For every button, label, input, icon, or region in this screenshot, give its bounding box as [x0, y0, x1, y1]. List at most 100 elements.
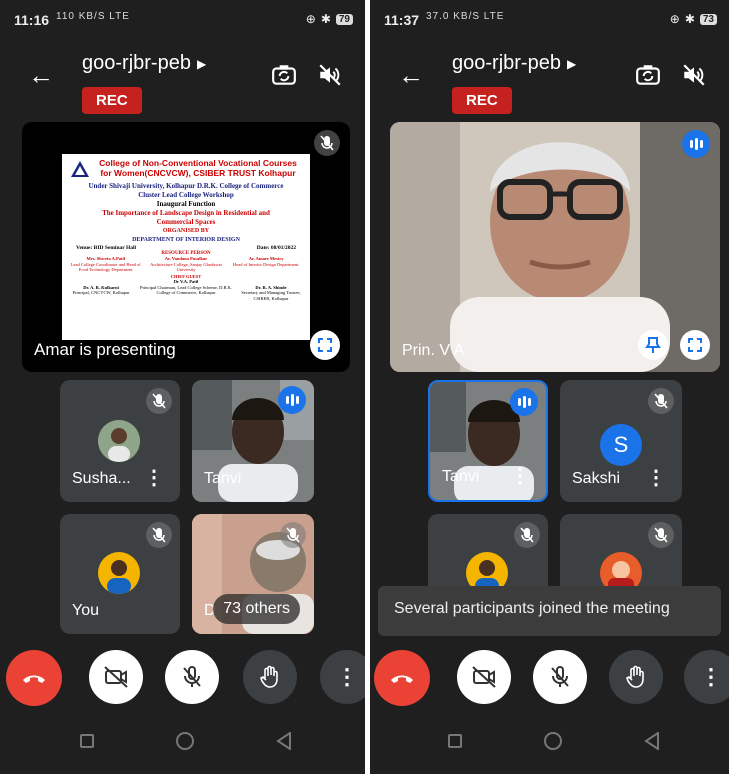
slide-line-3: Under Shivaji University, Kolhapur D.R.K… — [88, 182, 284, 190]
nav-back-icon[interactable] — [276, 732, 292, 750]
alarm-icon: ⊕ — [305, 12, 316, 26]
presenting-label: Amar is presenting — [34, 340, 176, 359]
raise-hand-button[interactable] — [609, 650, 663, 704]
raise-hand-button[interactable] — [243, 650, 297, 704]
status-bar: 11:16 110 KB/S LTE ⊕ ✱ 79 — [0, 0, 365, 40]
meeting-header: ← goo-rjbr-peb ▶ REC — [0, 40, 365, 120]
camera-toggle-button[interactable] — [457, 650, 511, 704]
meeting-code-text: goo-rjbr-peb — [452, 52, 561, 74]
battery-icon: 73 — [699, 13, 717, 25]
main-speaker-name: Prin. V A — [402, 342, 465, 359]
meeting-code-text: goo-rjbr-peb — [82, 52, 191, 74]
participant-name: You — [72, 602, 99, 619]
caret-right-icon: ▶ — [566, 56, 577, 71]
speaker-off-icon[interactable] — [681, 62, 707, 88]
meeting-code[interactable]: goo-rjbr-peb ▶ — [452, 52, 576, 75]
hangup-button[interactable] — [374, 650, 430, 706]
others-count-badge[interactable]: 73 others — [213, 594, 300, 624]
pin-button[interactable] — [638, 330, 668, 360]
main-speaker-stage[interactable]: Prin. V A — [390, 122, 720, 372]
participant-tile[interactable]: S Sakshi ⋮ — [560, 380, 682, 502]
participant-tile[interactable]: Susha... ⋮ — [60, 380, 180, 502]
speaking-indicator-icon — [682, 130, 710, 158]
hangup-button[interactable] — [6, 650, 62, 706]
toast-notification: Several participants joined the meeting — [378, 586, 721, 636]
participant-name: Tanvi — [442, 468, 480, 485]
slide-venue: Venue: BID Seminar Hall — [76, 245, 137, 251]
mic-off-icon — [551, 666, 569, 687]
avatar — [98, 552, 140, 594]
participant-tile[interactable]: Tanvi ⋮ — [428, 380, 548, 502]
participant-name: Susha... — [72, 470, 131, 487]
meeting-code[interactable]: goo-rjbr-peb ▶ — [82, 52, 206, 75]
fullscreen-icon[interactable] — [310, 330, 340, 360]
slide-line-4: Cluster Lead College Workshop — [138, 191, 234, 199]
back-arrow-icon[interactable]: ← — [398, 60, 424, 91]
presentation-stage[interactable]: College of Non-Conventional Vocational C… — [22, 122, 350, 372]
participant-tile[interactable]: Tanvi — [192, 380, 314, 502]
slide-organised-by: ORGANISED BY — [162, 228, 210, 234]
mic-off-icon — [280, 522, 306, 548]
rec-badge: REC — [452, 87, 512, 114]
mic-off-icon — [146, 388, 172, 414]
switch-camera-icon[interactable] — [635, 62, 661, 88]
slide-bottom-row: Dr. A. R. Kulkarni Principal, CNCVCW, Kol… — [62, 285, 310, 302]
nav-back-icon[interactable] — [644, 732, 660, 750]
speaking-indicator-icon — [278, 386, 306, 414]
mic-off-icon — [648, 388, 674, 414]
mic-toggle-button[interactable] — [533, 650, 587, 704]
raise-hand-icon — [260, 665, 278, 688]
nav-home-icon[interactable] — [544, 732, 562, 750]
network-speed: 37.0 KB/S LTE — [426, 11, 505, 22]
shared-slide: College of Non-Conventional Vocational C… — [62, 154, 310, 340]
more-icon[interactable]: ⋮ — [510, 463, 530, 488]
mic-off-icon — [314, 130, 340, 156]
more-icon[interactable]: ⋮ — [144, 465, 164, 490]
participant-tile[interactable]: You — [60, 514, 180, 634]
status-time: 11:37 — [384, 12, 420, 28]
switch-camera-icon[interactable] — [271, 62, 297, 88]
more-options-button[interactable]: ⋮ — [320, 650, 365, 704]
status-icons: ⊕ ✱ 73 — [670, 12, 717, 26]
alarm-icon: ⊕ — [669, 12, 680, 26]
speaker-off-icon[interactable] — [317, 62, 343, 88]
mic-off-icon — [514, 522, 540, 548]
raise-hand-icon — [626, 665, 644, 688]
rec-badge: REC — [82, 87, 142, 114]
speaking-indicator-icon — [510, 388, 538, 416]
caret-right-icon: ▶ — [196, 56, 207, 71]
slide-p4-role: Principal, CNCVCW, Kolhapur — [72, 290, 130, 295]
participant-name: Sakshi — [572, 470, 621, 487]
mic-toggle-button[interactable] — [165, 650, 219, 704]
slide-line-5: Inaugural Function — [156, 200, 216, 208]
nav-home-icon[interactable] — [176, 732, 194, 750]
slide-p3-role: Head of Interior Design Department. — [233, 261, 300, 267]
slide-line-7: Commercial Spaces — [156, 218, 216, 226]
call-controls: ⋮ — [370, 650, 729, 710]
more-icon[interactable]: ⋮ — [646, 465, 666, 490]
bluetooth-icon: ✱ — [320, 12, 331, 26]
camera-off-icon — [472, 666, 496, 688]
back-arrow-icon[interactable]: ← — [28, 60, 54, 91]
left-screen: 11:16 110 KB/S LTE ⊕ ✱ 79 ← goo-rjbr-peb… — [0, 0, 365, 774]
bluetooth-icon: ✱ — [684, 12, 695, 26]
participant-tile[interactable]: D 73 others — [192, 514, 314, 634]
android-nav-bar — [0, 718, 365, 774]
right-screen: 11:37 37.0 KB/S LTE ⊕ ✱ 73 ← goo-rjbr-pe… — [370, 0, 729, 774]
pin-icon — [645, 337, 661, 353]
more-options-button[interactable]: ⋮ — [684, 650, 729, 704]
status-time: 11:16 — [14, 12, 50, 28]
slide-p5-role: Secretary and Managing Trustee, CSIBER, … — [241, 290, 301, 301]
android-nav-bar — [370, 718, 729, 774]
nav-recents-icon[interactable] — [80, 734, 94, 748]
slide-title-2: for Women(CNCVCW), CSIBER TRUST Kolhapur — [100, 168, 296, 178]
nav-recents-icon[interactable] — [448, 734, 462, 748]
video-feed — [390, 122, 720, 372]
more-icon: ⋮ — [336, 664, 358, 689]
slide-dept: DEPARTMENT OF INTERIOR DESIGN — [132, 237, 240, 243]
network-speed: 110 KB/S LTE — [56, 11, 130, 22]
camera-toggle-button[interactable] — [89, 650, 143, 704]
fullscreen-icon[interactable] — [680, 330, 710, 360]
mic-off-icon — [146, 522, 172, 548]
avatar: S — [600, 424, 642, 466]
